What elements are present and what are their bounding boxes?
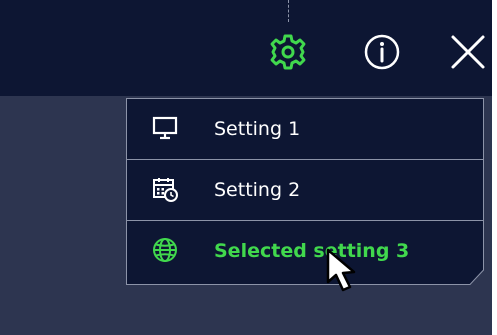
menu-item-setting-3-selected[interactable]: Selected setting 3 xyxy=(127,221,483,281)
close-icon xyxy=(451,35,485,69)
menu-item-label: Setting 1 xyxy=(214,118,301,140)
info-button[interactable] xyxy=(362,30,402,74)
menu-item-label: Selected setting 3 xyxy=(214,240,410,262)
menu-item-setting-1[interactable]: Setting 1 xyxy=(127,99,483,159)
settings-dropdown-menu: Setting 1 Setting 2 Selected setting 3 xyxy=(126,98,484,285)
menu-item-label: Setting 2 xyxy=(214,179,301,201)
globe-icon xyxy=(153,238,177,262)
calendar-clock-icon xyxy=(153,178,178,202)
menu-item-setting-2[interactable]: Setting 2 xyxy=(127,160,483,220)
close-button[interactable] xyxy=(448,30,488,74)
gear-icon xyxy=(270,34,306,70)
app-window: Setting 1 Setting 2 Selected setting 3 xyxy=(0,0,492,335)
dashed-connector-line xyxy=(288,0,289,22)
top-bar xyxy=(0,0,492,96)
info-icon xyxy=(364,34,400,70)
settings-button[interactable] xyxy=(268,30,308,74)
mouse-pointer-icon xyxy=(326,248,356,292)
monitor-icon xyxy=(152,116,178,140)
